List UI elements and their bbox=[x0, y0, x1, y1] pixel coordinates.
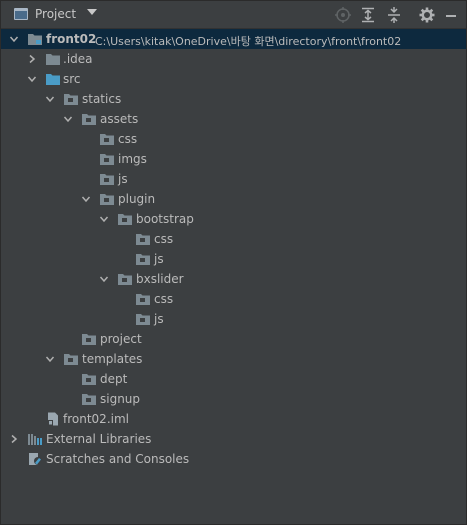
tree-label-idea: .idea bbox=[63, 52, 93, 66]
package-folder-icon bbox=[81, 372, 97, 386]
chevron-down-icon[interactable] bbox=[45, 94, 55, 104]
project-view-icon bbox=[14, 8, 28, 20]
settings-gear-icon[interactable] bbox=[418, 6, 436, 24]
tree-row-scratches-and-consoles[interactable]: Scratches and Consoles bbox=[1, 449, 466, 469]
tree-row-src[interactable]: src bbox=[1, 69, 466, 89]
tree-row-bootstrap[interactable]: bootstrap bbox=[1, 209, 466, 229]
package-folder-icon bbox=[99, 172, 115, 186]
chevron-down-icon[interactable] bbox=[45, 354, 55, 364]
module-folder-icon bbox=[27, 32, 43, 46]
chevron-right-icon[interactable] bbox=[9, 434, 19, 444]
chevron-down-icon[interactable] bbox=[99, 274, 109, 284]
project-toolbar: Project bbox=[1, 1, 466, 29]
package-folder-icon bbox=[117, 272, 133, 286]
source-folder-icon bbox=[45, 72, 61, 86]
tree-label-scratches-and-consoles: Scratches and Consoles bbox=[46, 452, 190, 466]
tree-label-bootstrap-css: css bbox=[154, 232, 174, 246]
tree-label-dept: dept bbox=[100, 372, 128, 386]
tree-row-external-libraries[interactable]: External Libraries bbox=[1, 429, 466, 449]
tree-label-src: src bbox=[63, 72, 81, 86]
folder-icon bbox=[45, 52, 61, 66]
tree-label-templates: templates bbox=[82, 352, 143, 366]
tree-row-plugin[interactable]: plugin bbox=[1, 189, 466, 209]
tree-label-front02-iml: front02.iml bbox=[63, 412, 129, 426]
tree-label-plugin: plugin bbox=[118, 192, 156, 206]
libraries-icon bbox=[27, 432, 43, 446]
tree-label-assets: assets bbox=[100, 112, 139, 126]
package-folder-icon bbox=[135, 252, 151, 266]
tree-row-imgs[interactable]: imgs bbox=[1, 149, 466, 169]
view-dropdown-chevron-icon[interactable] bbox=[87, 9, 97, 15]
tree-label-signup: signup bbox=[100, 392, 141, 406]
expand-all-icon[interactable] bbox=[359, 6, 377, 24]
tree-label-project: project bbox=[100, 332, 142, 346]
tree-label-bxslider: bxslider bbox=[136, 272, 184, 286]
locate-icon[interactable] bbox=[334, 6, 352, 24]
package-folder-icon bbox=[81, 332, 97, 346]
tree-row-idea[interactable]: .idea bbox=[1, 49, 466, 69]
tree-label-external-libraries: External Libraries bbox=[46, 432, 152, 446]
package-folder-icon bbox=[99, 132, 115, 146]
tree-row-bxslider-js[interactable]: js bbox=[1, 309, 466, 329]
tree-label-front02: front02 bbox=[46, 32, 97, 46]
chevron-down-icon[interactable] bbox=[27, 74, 37, 84]
package-folder-icon bbox=[63, 92, 79, 106]
chevron-down-icon[interactable] bbox=[63, 114, 73, 124]
tree-row-bxslider[interactable]: bxslider bbox=[1, 269, 466, 289]
package-folder-icon bbox=[63, 352, 79, 366]
package-folder-icon bbox=[81, 112, 97, 126]
package-folder-icon bbox=[117, 212, 133, 226]
tree-label-imgs: imgs bbox=[118, 152, 147, 166]
tree-path-front02: C:\Users\kitak\OneDrive\바탕 화면\directory\… bbox=[95, 35, 402, 48]
package-folder-icon bbox=[135, 232, 151, 246]
iml-file-icon bbox=[45, 412, 61, 426]
tree-label-bootstrap: bootstrap bbox=[136, 212, 194, 226]
tree-label-statics: statics bbox=[82, 92, 122, 106]
hide-icon[interactable] bbox=[442, 6, 460, 24]
tree-label-bxslider-js: js bbox=[154, 312, 164, 326]
tree-row-signup[interactable]: signup bbox=[1, 389, 466, 409]
chevron-down-icon[interactable] bbox=[81, 194, 91, 204]
chevron-right-icon[interactable] bbox=[27, 54, 37, 64]
tree-row-assets[interactable]: assets bbox=[1, 109, 466, 129]
project-tool-window: Project front02 C:\Users\kitak\OneDrive\… bbox=[0, 0, 467, 525]
tree-label-bootstrap-js: js bbox=[154, 252, 164, 266]
tree-label-assets-js: js bbox=[118, 172, 128, 186]
package-folder-icon bbox=[135, 312, 151, 326]
tree-row-statics[interactable]: statics bbox=[1, 89, 466, 109]
package-folder-icon bbox=[135, 292, 151, 306]
tree-row-front02-iml[interactable]: front02.iml bbox=[1, 409, 466, 429]
package-folder-icon bbox=[99, 192, 115, 206]
chevron-down-icon[interactable] bbox=[99, 214, 109, 224]
package-folder-icon bbox=[81, 392, 97, 406]
scratches-icon bbox=[27, 452, 43, 466]
project-view-title[interactable]: Project bbox=[35, 7, 76, 21]
tree-row-front02[interactable]: front02 C:\Users\kitak\OneDrive\바탕 화면\di… bbox=[1, 29, 466, 49]
package-folder-icon bbox=[99, 152, 115, 166]
collapse-all-icon[interactable] bbox=[385, 6, 403, 24]
tree-row-dept[interactable]: dept bbox=[1, 369, 466, 389]
tree-row-assets-js[interactable]: js bbox=[1, 169, 466, 189]
tree-row-project[interactable]: project bbox=[1, 329, 466, 349]
tree-label-assets-css: css bbox=[118, 132, 138, 146]
chevron-down-icon[interactable] bbox=[9, 34, 19, 44]
tree-row-templates[interactable]: templates bbox=[1, 349, 466, 369]
tree-row-bootstrap-css[interactable]: css bbox=[1, 229, 466, 249]
tree-label-bxslider-css: css bbox=[154, 292, 174, 306]
tree-row-bxslider-css[interactable]: css bbox=[1, 289, 466, 309]
tree-row-bootstrap-js[interactable]: js bbox=[1, 249, 466, 269]
tree-row-assets-css[interactable]: css bbox=[1, 129, 466, 149]
